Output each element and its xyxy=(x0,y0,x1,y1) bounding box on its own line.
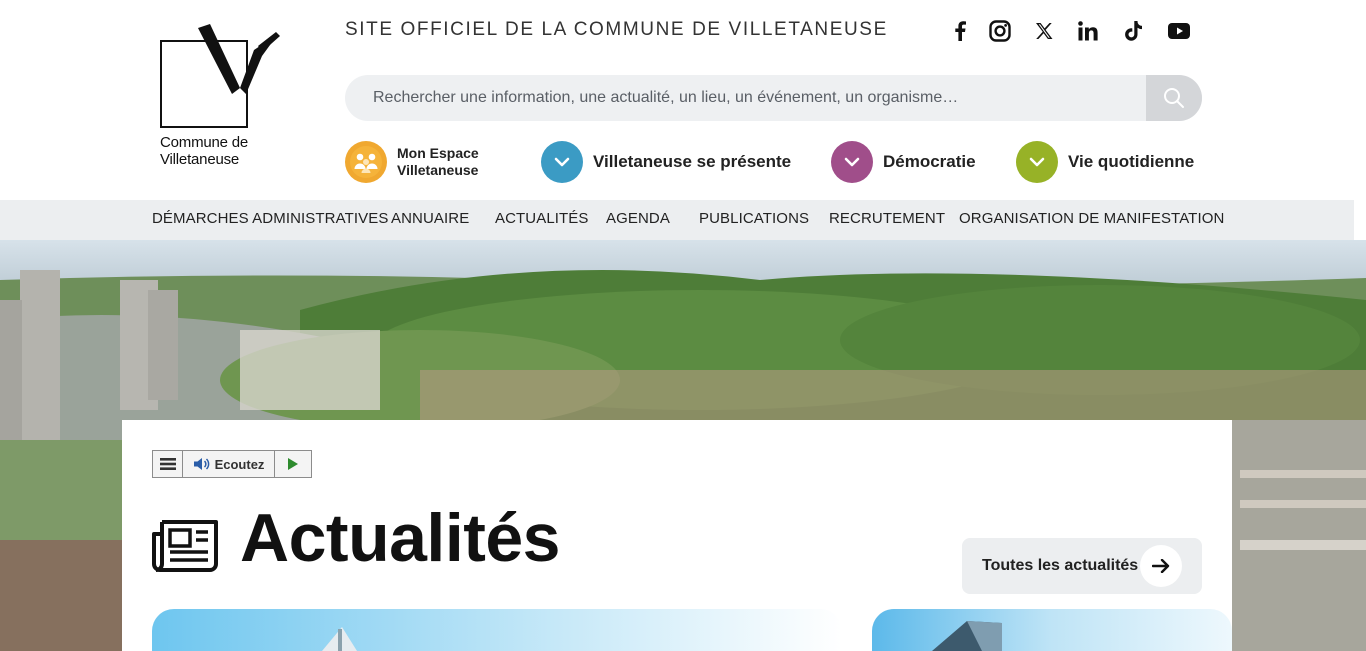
all-news-button[interactable]: Toutes les actualités xyxy=(962,538,1202,594)
newspaper-icon xyxy=(152,520,218,572)
nav-item-publications[interactable]: PUBLICATIONS xyxy=(699,200,809,240)
listen-button[interactable]: Ecoutez xyxy=(182,451,274,477)
quick-link-line2: Villetaneuse xyxy=(397,162,479,178)
quick-link-villetaneuse-se-presente[interactable]: Villetaneuse se présente xyxy=(541,141,791,183)
site-title: SITE OFFICIEL DE LA COMMUNE DE VILLETANE… xyxy=(345,19,888,40)
chevron-down-icon xyxy=(1016,141,1058,183)
nav-item-recrutement[interactable]: RECRUTEMENT xyxy=(829,200,945,240)
logo-text-line2: Villetaneuse xyxy=(160,151,240,168)
tiktok-icon[interactable] xyxy=(1121,18,1147,44)
news-photo xyxy=(872,609,1232,651)
quick-link-label: Démocratie xyxy=(883,152,976,171)
site-logo[interactable]: Commune de Villetaneuse xyxy=(158,22,283,172)
site-header: Commune de Villetaneuse SITE OFFICIEL DE… xyxy=(0,0,1366,200)
search-button[interactable] xyxy=(1146,75,1202,121)
read-aloud-widget[interactable]: Ecoutez xyxy=(152,450,312,478)
quick-link-label: Mon Espace Villetaneuse xyxy=(397,145,479,179)
logo-text: Commune de Villetaneuse xyxy=(160,134,248,168)
quick-link-democratie[interactable]: Démocratie xyxy=(831,141,976,183)
x-icon[interactable] xyxy=(1031,18,1057,44)
section-title: Actualités xyxy=(240,500,561,576)
play-button[interactable] xyxy=(274,451,311,477)
youtube-icon[interactable] xyxy=(1166,18,1192,44)
nav-item-actualites[interactable]: ACTUALITÉS xyxy=(495,200,589,240)
logo-text-line1: Commune de xyxy=(160,134,249,151)
menu-icon[interactable] xyxy=(153,451,182,477)
nav-item-organisation[interactable]: ORGANISATION DE MANIFESTATION xyxy=(959,200,1224,240)
linkedin-icon[interactable] xyxy=(1075,18,1101,44)
nav-item-demarches[interactable]: DÉMARCHES ADMINISTRATIVES xyxy=(152,200,388,240)
logo-v-mark-icon xyxy=(198,24,280,94)
chevron-down-icon xyxy=(831,141,873,183)
quick-link-line1: Mon Espace xyxy=(397,145,479,161)
mon-espace-icon xyxy=(345,141,387,183)
instagram-icon[interactable] xyxy=(987,18,1013,44)
arrow-right-icon xyxy=(1140,545,1182,587)
facebook-icon[interactable] xyxy=(947,18,973,44)
search-icon xyxy=(1164,88,1184,108)
nav-item-agenda[interactable]: AGENDA xyxy=(606,200,670,240)
play-icon xyxy=(288,458,298,470)
listen-label: Ecoutez xyxy=(214,456,265,472)
search-bar xyxy=(345,75,1202,121)
speaker-icon xyxy=(193,458,209,470)
news-card-image[interactable] xyxy=(152,609,842,651)
news-photo xyxy=(152,609,842,651)
quick-link-label: Villetaneuse se présente xyxy=(593,152,792,171)
quick-link-vie-quotidienne[interactable]: Vie quotidienne xyxy=(1016,141,1194,183)
quick-link-mon-espace[interactable]: Mon Espace Villetaneuse xyxy=(345,141,479,183)
chevron-down-icon xyxy=(541,141,583,183)
news-card-image[interactable] xyxy=(872,609,1232,651)
quick-link-label: Vie quotidienne xyxy=(1068,152,1195,171)
search-input[interactable] xyxy=(345,75,1146,121)
main-nav: DÉMARCHES ADMINISTRATIVES ANNUAIRE ACTUA… xyxy=(0,200,1354,240)
all-news-label: Toutes les actualités xyxy=(982,557,1139,574)
nav-item-annuaire[interactable]: ANNUAIRE xyxy=(391,200,469,240)
